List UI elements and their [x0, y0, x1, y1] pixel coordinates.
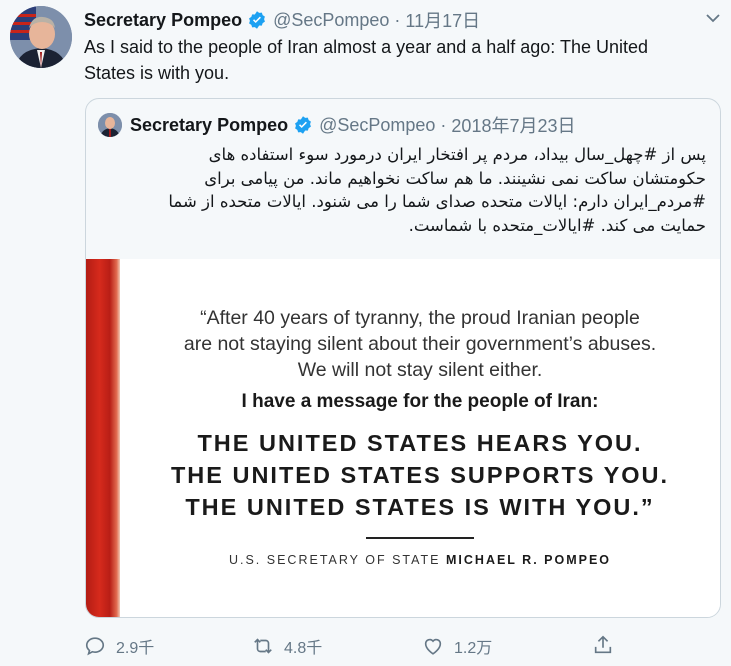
retweet-icon	[254, 638, 272, 654]
separator-dot: ·	[394, 9, 401, 30]
quoted-image[interactable]: “After 40 years of tyranny, the proud Ir…	[86, 259, 720, 617]
retweet-count: 4.8千	[284, 640, 323, 657]
retweet-button[interactable]: 4.8千	[252, 634, 322, 658]
avatar-image	[10, 6, 72, 68]
attribution-prefix: U.S. SECRETARY OF STATE	[228, 553, 441, 567]
author-handle[interactable]: @SecPompeo	[273, 10, 389, 31]
image-quote-line: We will not stay silent either.	[297, 359, 543, 381]
quoted-author-name: Secretary Pompeo	[130, 114, 289, 135]
like-count: 1.2万	[454, 640, 493, 657]
image-caps-line: THE UNITED STATES HEARS YOU.	[197, 430, 643, 456]
separator-dot: ·	[440, 114, 447, 135]
verified-badge-icon	[295, 116, 311, 134]
tweet-text-line: States is with you.	[84, 63, 230, 83]
reply-icon	[85, 637, 105, 656]
reply-button[interactable]: 2.9千	[84, 634, 154, 658]
red-border-strip	[86, 259, 120, 617]
quoted-header: Secretary Pompeo @SecPompeo · 2018年7月23日	[98, 113, 576, 137]
image-quote-line: “After 40 years of tyranny, the proud Ir…	[200, 307, 640, 329]
quoted-date: 2018年7月23日	[451, 116, 576, 136]
quoted-handle: @SecPompeo	[319, 114, 436, 135]
quoted-text: پس از #چهل_سال بیداد، مردم پر افتخار ایر…	[100, 143, 706, 237]
chevron-down-icon[interactable]	[705, 10, 721, 26]
image-quote-line: are not staying silent about their gover…	[183, 333, 657, 355]
quoted-text-line: #مردم_ایران دارم: ایالات متحده صدای شما …	[168, 192, 706, 211]
quoted-avatar-image	[98, 113, 122, 137]
verified-badge-icon	[249, 11, 265, 29]
author-name[interactable]: Secretary Pompeo	[84, 10, 242, 31]
tweet-date[interactable]: 11月17日	[405, 7, 480, 33]
quoted-text-line: پس از #چهل_سال بیداد، مردم پر افتخار ایر…	[208, 145, 706, 164]
quoted-text-line: حمایت می کند. #ایالات_متحده با شماست.	[408, 215, 706, 235]
tweet-text: As I said to the people of Iran almost a…	[84, 34, 724, 86]
image-text-block: “After 40 years of tyranny, the proud Ir…	[120, 259, 720, 567]
tweet-text-line: As I said to the people of Iran almost a…	[84, 37, 649, 57]
author-avatar[interactable]	[10, 6, 72, 68]
share-icon	[594, 635, 612, 654]
image-attribution: U.S. SECRETARY OF STATE MICHAEL R. POMPE…	[120, 553, 720, 567]
share-button[interactable]	[592, 634, 624, 656]
image-caps-line: THE UNITED STATES SUPPORTS YOU.	[170, 462, 670, 488]
attribution-name: MICHAEL R. POMPEO	[446, 553, 612, 567]
image-caps-line: THE UNITED STATES IS WITH YOU.”	[185, 494, 655, 520]
quoted-tweet[interactable]: Secretary Pompeo @SecPompeo · 2018年7月23日…	[85, 98, 721, 618]
like-button[interactable]: 1.2万	[422, 634, 492, 658]
image-message-line: I have a message for the people of Iran:	[241, 391, 599, 412]
reply-count: 2.9千	[116, 640, 155, 657]
tweet-header: Secretary Pompeo @SecPompeo · 11月17日	[84, 8, 724, 32]
heart-icon	[424, 638, 442, 655]
quoted-text-line: حکومتشان ساکت نمی نشینند. ما هم ساکت نخو…	[204, 168, 706, 188]
divider-rule	[366, 537, 474, 539]
tweet-actions: 2.9千 4.8千 1.2万	[84, 634, 624, 660]
quoted-avatar	[98, 113, 122, 137]
